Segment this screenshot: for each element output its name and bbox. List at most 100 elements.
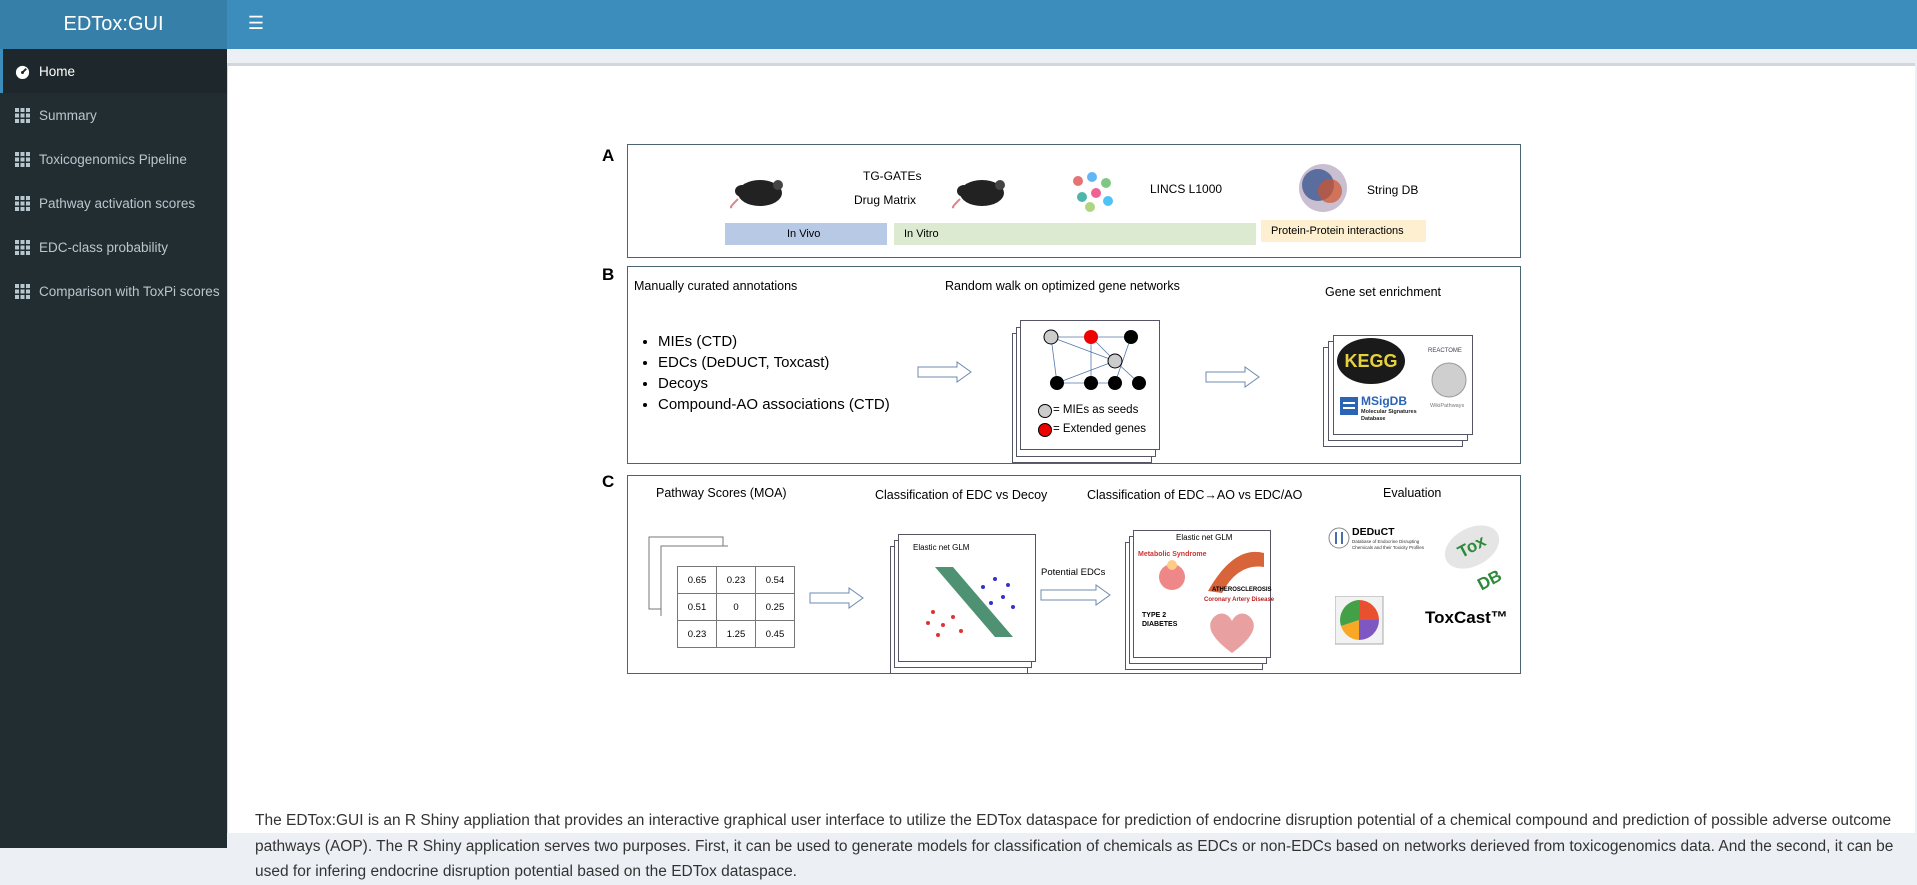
gene-network-icon — [1043, 329, 1146, 390]
msigdb-label: MSigDB — [1361, 394, 1407, 408]
ppi-strip: Protein-Protein interactions — [1261, 220, 1426, 242]
evaluation-title: Evaluation — [1383, 486, 1442, 500]
heart-icon — [1210, 613, 1254, 653]
seed-node-icon — [1038, 404, 1052, 418]
grid-icon — [15, 239, 30, 255]
overview-figure: A TG-GATEs Drug Matrix LINCS L1000 Strin… — [602, 144, 1521, 744]
pathway-scores-table: 0.65 0.23 0.54 0.51 0 0.25 0.23 1.25 0.45 — [677, 566, 795, 648]
sidebar-item-label: EDC-class probability — [39, 239, 169, 255]
sidebar-item-label: Home — [39, 63, 76, 79]
elastic-net-label: Elastic net GLM — [913, 543, 970, 552]
toxpi-chart-icon — [1335, 596, 1384, 645]
arrow-right-icon — [1205, 366, 1260, 388]
msigdb-icon — [1340, 397, 1358, 415]
toxdb-logo: Tox DB — [1437, 516, 1507, 594]
table-row: 0.65 0.23 0.54 — [677, 566, 795, 594]
table-cell: 0.23 — [677, 620, 717, 648]
table-cell: 1.25 — [716, 620, 756, 648]
lincs-label: LINCS L1000 — [1150, 182, 1223, 196]
table-cell: 0.51 — [677, 593, 717, 621]
legend-seeds: = MIEs as seeds — [1053, 404, 1139, 416]
deduct-subtitle: Database of Endocrine Disrupting Chemica… — [1352, 539, 1424, 550]
pathway-scores-title: Pathway Scores (MOA) — [656, 486, 787, 500]
table-row: 0.51 0 0.25 — [677, 593, 795, 621]
toxcast-label: ToxCast™ — [1425, 608, 1508, 627]
wikipathways-logo-icon — [1431, 362, 1467, 398]
sidebar-item-comparison-toxpi[interactable]: Comparison with ToxPi scores — [0, 269, 227, 313]
top-navbar: ☰ — [227, 0, 1917, 49]
sidebar: Home Summary Toxicogenomics Pipeline Pat… — [0, 49, 227, 848]
grid-icon — [15, 107, 30, 123]
table-cell: 0.23 — [716, 566, 756, 594]
panel-a-letter: A — [602, 146, 615, 165]
classifier-card: Elastic net GLM — [898, 534, 1036, 662]
home-box: A TG-GATEs Drug Matrix LINCS L1000 Strin… — [227, 63, 1915, 880]
in-vitro-strip: In Vitro — [894, 223, 1256, 245]
cells-icon — [1073, 172, 1113, 212]
app-logo-title[interactable]: EDTox:GUI — [0, 0, 227, 49]
sidebar-item-edc-class-probability[interactable]: EDC-class probability — [0, 225, 227, 269]
enrichment-title: Gene set enrichment — [1325, 285, 1442, 299]
main-content: A TG-GATEs Drug Matrix LINCS L1000 Strin… — [227, 49, 1917, 880]
deduct-label: DEDuCT — [1352, 526, 1395, 538]
annotations-title: Manually curated annotations — [634, 279, 798, 293]
dashboard-icon — [15, 65, 30, 79]
kegg-logo: KEGG — [1337, 338, 1405, 384]
sidebar-item-label: Toxicogenomics Pipeline — [39, 151, 187, 167]
classification-ao-title: Classification of EDC→AO vs EDC/AO — [1087, 488, 1303, 502]
coronary-label: Coronary Artery Disease — [1204, 597, 1275, 603]
sidebar-toggle-button[interactable]: ☰ — [241, 0, 271, 49]
sidebar-item-label: Comparison with ToxPi scores — [39, 283, 220, 299]
table-cell: 0.65 — [677, 566, 717, 594]
metabolic-syndrome-icon — [1159, 560, 1185, 590]
diabetes-label: TYPE 2 DIABETES — [1142, 612, 1178, 628]
tg-gates-label: TG-GATEs — [863, 169, 922, 183]
panel-b: Manually curated annotations MIEs (CTD) … — [627, 266, 1521, 464]
table-cell: 0 — [716, 593, 756, 621]
atherosclerosis-label: ATHEROSCLEROSIS — [1212, 587, 1272, 593]
arrow-right-icon — [809, 587, 864, 609]
elastic-net-label-2: Elastic net GLM — [1176, 533, 1233, 542]
drug-matrix-label: Drug Matrix — [854, 193, 917, 207]
mouse-icon — [951, 180, 1005, 209]
enrichment-card: KEGG REACTOME WikiPathways MSigDB Molecu… — [1333, 335, 1473, 435]
in-vivo-strip: In Vivo — [725, 223, 887, 245]
arrow-right-icon — [917, 361, 972, 383]
deduct-logo-icon — [1328, 527, 1350, 549]
legend-extended: = Extended genes — [1053, 423, 1147, 435]
table-row: 0.23 1.25 0.45 — [677, 620, 795, 648]
table-cell: 0.54 — [755, 566, 795, 594]
grid-icon — [15, 195, 30, 211]
app-description: The EDTox:GUI is an R Shiny appliation t… — [255, 812, 1894, 880]
mouse-icon — [729, 180, 783, 209]
ppi-label: Protein-Protein interactions — [1271, 225, 1404, 237]
in-vivo-label: In Vivo — [787, 228, 821, 240]
sidebar-item-pathway-activation-scores[interactable]: Pathway activation scores — [0, 181, 227, 225]
panel-c-letter: C — [602, 472, 615, 491]
metabolic-label: Metabolic Syndrome — [1138, 551, 1207, 558]
annotation-item: Decoys — [658, 373, 890, 394]
wikipathways-label: WikiPathways — [1430, 403, 1465, 409]
sidebar-item-label: Pathway activation scores — [39, 195, 196, 211]
sidebar-item-toxicogenomics-pipeline[interactable]: Toxicogenomics Pipeline — [0, 137, 227, 181]
grid-icon — [15, 151, 30, 167]
ao-card: Elastic net GLM Metabolic Syndrome ATHER… — [1133, 530, 1275, 658]
sidebar-item-summary[interactable]: Summary — [0, 93, 227, 137]
grid-icon — [15, 283, 30, 299]
panel-c: Pathway Scores (MOA) 0.65 0.23 0.54 0.51 0 0… — [627, 475, 1521, 674]
string-network-icon — [1299, 164, 1347, 212]
potential-edcs-label: Potential EDCs — [1041, 567, 1106, 578]
sidebar-item-home[interactable]: Home — [0, 49, 227, 93]
table-cell: 0.45 — [755, 620, 795, 648]
network-card: = MIEs as seeds = Extended genes — [1020, 320, 1160, 450]
panel-a: TG-GATEs Drug Matrix LINCS L1000 String … — [627, 144, 1521, 258]
classifier-scatter-icon — [926, 567, 1015, 637]
annotations-list: MIEs (CTD) EDCs (DeDUCT, Toxcast) Decoys… — [638, 331, 890, 415]
table-cell: 0.25 — [755, 593, 795, 621]
hamburger-icon: ☰ — [247, 13, 265, 33]
sidebar-item-label: Summary — [39, 107, 97, 123]
panel-b-letter: B — [602, 265, 615, 284]
extended-node-icon — [1038, 423, 1052, 437]
string-db-label: String DB — [1367, 183, 1419, 197]
annotation-item: EDCs (DeDUCT, Toxcast) — [658, 352, 890, 373]
